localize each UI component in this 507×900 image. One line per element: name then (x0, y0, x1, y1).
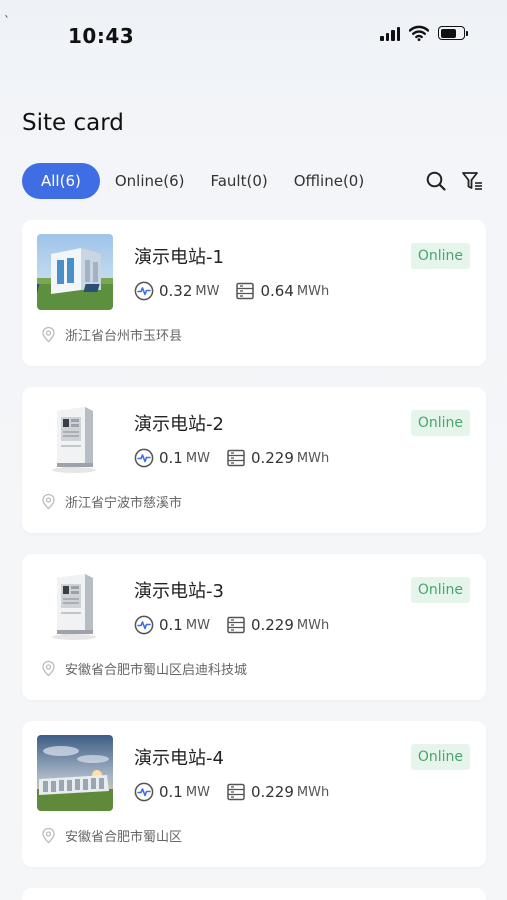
address-text: 安徽省合肥市蜀山区启迪科技城 (65, 663, 248, 678)
battery-stack-icon (227, 783, 245, 801)
location-pin-icon (42, 326, 55, 343)
address-text: 浙江省台州市玉环县 (65, 329, 183, 344)
status-badge: Online (410, 577, 470, 603)
status-bar: 10:43 (0, 0, 507, 70)
energy-value: 0.64 (260, 282, 294, 300)
tab-fault[interactable]: Fault(0) (197, 163, 280, 199)
power-value: 0.1 (159, 449, 183, 467)
site-card-2[interactable]: 演示电站-2 Online 0.1 MW 0.229 MWh 浙江省宁波市慈溪市 (22, 387, 486, 533)
energy-stat: 0.229 MWh (226, 782, 329, 802)
power-value: 0.32 (159, 282, 193, 300)
site-thumbnail-cabinet (37, 401, 113, 477)
battery-stack-icon (236, 282, 255, 300)
energy-unit: MWh (296, 617, 330, 633)
energy-unit: MWh (296, 283, 330, 299)
search-icon[interactable] (425, 170, 447, 192)
site-stats: 0.1 MW 0.229 MWh (134, 448, 345, 468)
location-pin-icon (42, 827, 55, 844)
power-unit: MW (185, 784, 210, 800)
status-badge: Online (410, 744, 470, 770)
site-name: 演示电站-1 (134, 247, 224, 268)
power-stat: 0.32 MW (134, 281, 219, 301)
power-unit: MW (195, 283, 220, 299)
energy-stat: 0.229 MWh (226, 615, 329, 635)
cellular-signal-icon (380, 26, 400, 41)
site-address: 安徽省合肥市蜀山区启迪科技城 (40, 659, 247, 678)
tab-all[interactable]: All(6) (22, 163, 100, 199)
site-name: 演示电站-3 (134, 581, 224, 602)
energy-value: 0.229 (250, 616, 294, 634)
status-time: 10:43 (68, 24, 135, 48)
battery-stack-icon (227, 616, 245, 634)
site-address: 浙江省宁波市慈溪市 (40, 492, 182, 511)
status-badge: Online (410, 243, 470, 269)
site-name: 演示电站-4 (134, 748, 224, 769)
energy-value: 0.229 (250, 449, 294, 467)
site-stats: 0.1 MW 0.229 MWh (134, 782, 345, 802)
site-card-1[interactable]: 演示电站-1 Online 0.32 MW 0.64 MWh 浙江省台州市玉环县 (22, 220, 486, 366)
power-gauge-icon (134, 615, 154, 635)
power-value: 0.1 (159, 783, 183, 801)
energy-unit: MWh (296, 784, 330, 800)
power-stat: 0.1 MW (134, 448, 210, 468)
status-badge: Online (410, 410, 470, 436)
battery-icon (438, 26, 468, 40)
power-unit: MW (185, 617, 210, 633)
site-card-5-partial[interactable] (22, 888, 486, 900)
site-address: 安徽省合肥市蜀山区 (40, 826, 182, 845)
power-gauge-icon (134, 782, 154, 802)
power-gauge-icon (134, 448, 154, 468)
site-thumbnail-cabinet (37, 568, 113, 644)
tab-online[interactable]: Online(6) (102, 163, 198, 199)
wifi-icon (409, 25, 429, 41)
power-unit: MW (185, 450, 210, 466)
location-pin-icon (42, 493, 55, 510)
power-stat: 0.1 MW (134, 782, 210, 802)
page-title: Site card (22, 110, 124, 136)
energy-unit: MWh (296, 450, 330, 466)
site-address: 浙江省台州市玉环县 (40, 325, 182, 344)
site-stats: 0.32 MW 0.64 MWh (134, 281, 345, 301)
power-value: 0.1 (159, 616, 183, 634)
address-text: 安徽省合肥市蜀山区 (65, 830, 183, 845)
site-thumbnail-container-photo (37, 234, 113, 310)
status-filter-tabs: All(6) Online(6) Fault(0) Offline(0) (22, 163, 377, 199)
power-gauge-icon (134, 281, 154, 301)
location-pin-icon (42, 660, 55, 677)
tab-offline[interactable]: Offline(0) (281, 163, 377, 199)
site-card-3[interactable]: 演示电站-3 Online 0.1 MW 0.229 MWh 安徽省合肥市蜀山区启迪… (22, 554, 486, 700)
site-card-4[interactable]: 演示电站-4 Online 0.1 MW 0.229 MWh 安徽省合肥市蜀山区 (22, 721, 486, 867)
energy-value: 0.229 (250, 783, 294, 801)
power-stat: 0.1 MW (134, 615, 210, 635)
energy-stat: 0.64 MWh (235, 281, 329, 301)
site-name: 演示电站-2 (134, 414, 224, 435)
status-icons (380, 25, 468, 41)
site-thumbnail-sunset-photo (37, 735, 113, 811)
address-text: 浙江省宁波市慈溪市 (65, 496, 183, 511)
battery-stack-icon (227, 449, 245, 467)
energy-stat: 0.229 MWh (226, 448, 329, 468)
filter-icon[interactable] (460, 169, 484, 193)
site-stats: 0.1 MW 0.229 MWh (134, 615, 345, 635)
